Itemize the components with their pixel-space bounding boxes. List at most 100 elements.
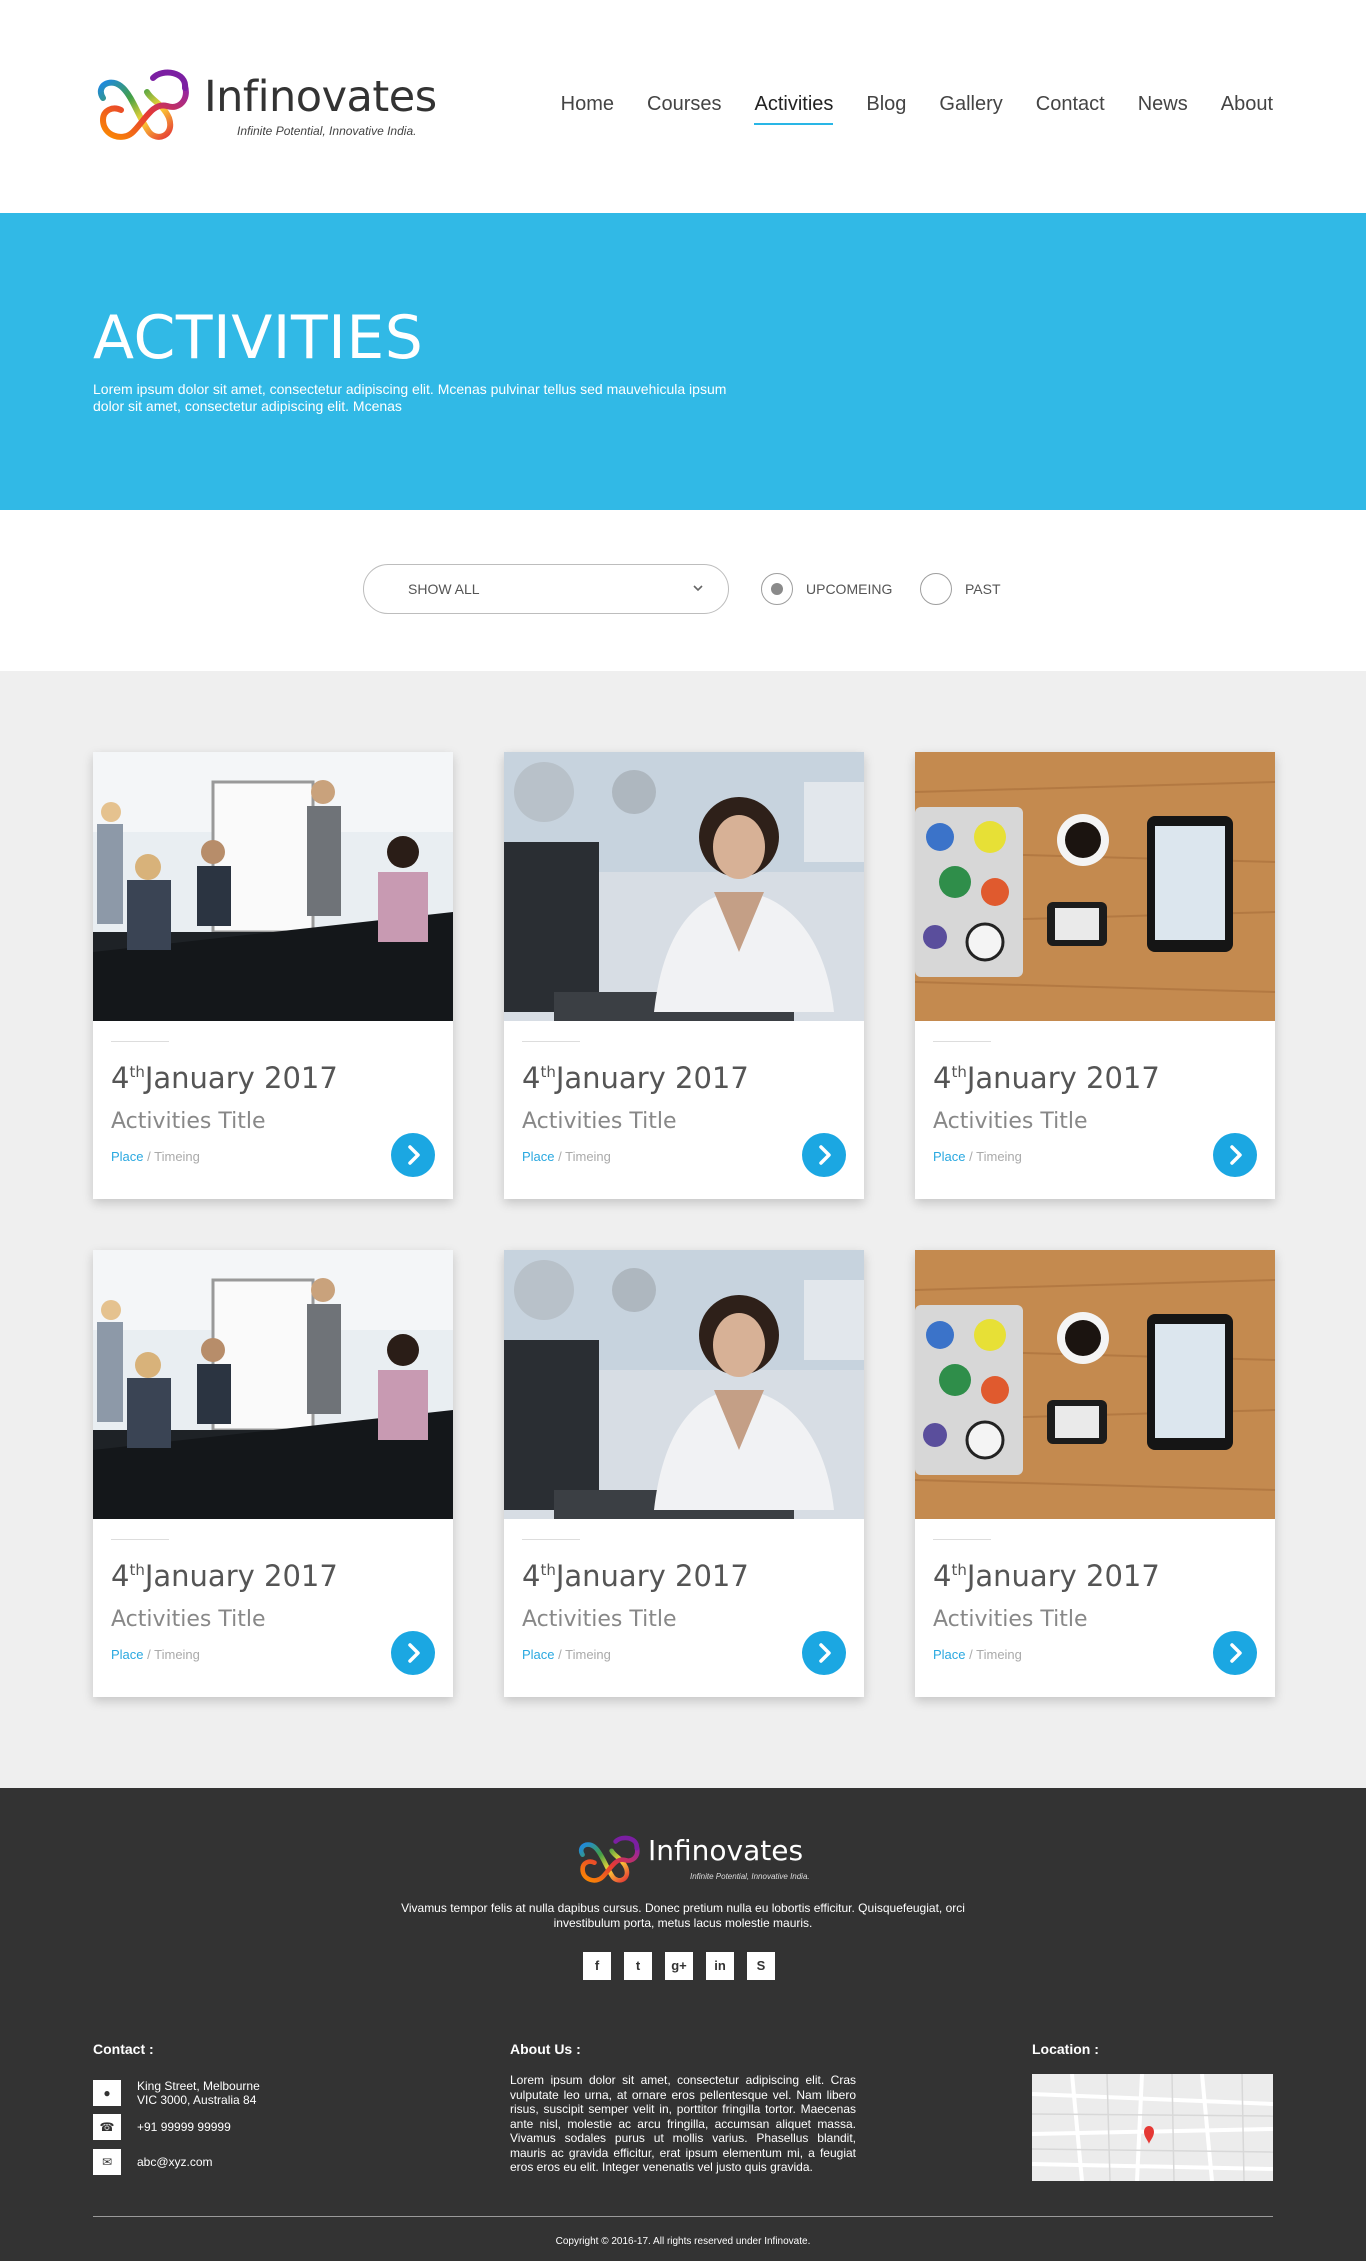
activity-card[interactable]: 4thJanuary 2017 Activities Title Place /…: [93, 752, 453, 1199]
footer-brand-name: Infinovates: [648, 1834, 804, 1867]
activity-title: Activities Title: [933, 1607, 1088, 1632]
about-text: Lorem ipsum dolor sit amet, consectetur …: [510, 2073, 856, 2174]
copyright: Copyright © 2016-17. All rights reserved…: [555, 2236, 811, 2247]
activity-meta: Place / Timeing: [111, 1149, 200, 1164]
logo-mark-icon: [579, 1835, 640, 1883]
businesswoman-photo: [504, 752, 864, 1021]
activity-meta: Place / Timeing: [933, 1149, 1022, 1164]
nav-gallery[interactable]: Gallery: [939, 93, 1002, 120]
email-address[interactable]: abc@xyz.com: [137, 2155, 213, 2169]
view-activity-button[interactable]: [1213, 1133, 1257, 1177]
brand-name: Infinovates: [204, 72, 437, 122]
activity-title: Activities Title: [522, 1109, 677, 1134]
footer-logo[interactable]: Infinovates Infinite Potential, Innovati…: [576, 1832, 810, 1888]
activity-meta: Place / Timeing: [522, 1149, 611, 1164]
activity-title: Activities Title: [111, 1607, 266, 1632]
map-image: [1032, 2074, 1273, 2181]
activity-date: 4thJanuary 2017: [933, 1061, 1160, 1095]
chevron-right-icon: [819, 1145, 831, 1165]
address-line2: VIC 3000, Australia 84: [137, 2093, 257, 2107]
activity-meta: Place / Timeing: [111, 1647, 200, 1662]
contact-address: ● King Street, Melbourne VIC 3000, Austra…: [93, 2079, 260, 2107]
location-map[interactable]: [1032, 2074, 1273, 2181]
skype-icon[interactable]: S: [747, 1952, 775, 1980]
footer-brand-tagline: Infinite Potential, Innovative India.: [690, 1872, 810, 1881]
activity-timing: Timeing: [565, 1647, 611, 1662]
radio-past-circle[interactable]: [920, 573, 952, 605]
nav-activities[interactable]: Activities: [754, 93, 833, 125]
desk-devices-photo: [915, 752, 1275, 1021]
brand-logo[interactable]: Infinovates Infinite Potential, Innovati…: [93, 66, 437, 146]
location-pin-icon: ●: [93, 2080, 121, 2106]
card-divider: [933, 1539, 991, 1540]
location-heading: Location :: [1032, 2041, 1099, 2057]
activity-title: Activities Title: [111, 1109, 266, 1134]
footer-divider: [93, 2216, 1273, 2217]
nav-blog[interactable]: Blog: [866, 93, 906, 120]
view-activity-button[interactable]: [391, 1631, 435, 1675]
activity-timing: Timeing: [565, 1149, 611, 1164]
activity-date: 4thJanuary 2017: [522, 1559, 749, 1593]
radio-upcoming-circle[interactable]: [761, 573, 793, 605]
chevron-right-icon: [408, 1145, 420, 1165]
nav-courses[interactable]: Courses: [647, 93, 721, 120]
activity-place[interactable]: Place: [933, 1647, 966, 1662]
meeting-photo: [93, 752, 453, 1021]
contact-heading: Contact :: [93, 2041, 154, 2057]
view-activity-button[interactable]: [802, 1133, 846, 1177]
activity-place[interactable]: Place: [111, 1647, 144, 1662]
radio-past[interactable]: PAST: [920, 572, 1001, 606]
activity-timing: Timeing: [976, 1647, 1022, 1662]
card-divider: [522, 1539, 580, 1540]
activity-timing: Timeing: [154, 1149, 200, 1164]
activity-timing: Timeing: [154, 1647, 200, 1662]
activity-card[interactable]: 4thJanuary 2017 Activities Title Place /…: [504, 752, 864, 1199]
linkedin-icon[interactable]: in: [706, 1952, 734, 1980]
facebook-icon[interactable]: f: [583, 1952, 611, 1980]
filter-bar: SHOW ALL UPCOMEING PAST: [0, 510, 1366, 671]
activity-place[interactable]: Place: [522, 1647, 555, 1662]
nav-home[interactable]: Home: [561, 93, 614, 120]
category-select[interactable]: SHOW ALL: [363, 564, 729, 614]
meeting-photo: [93, 1250, 453, 1519]
card-divider: [522, 1041, 580, 1042]
twitter-icon[interactable]: t: [624, 1952, 652, 1980]
view-activity-button[interactable]: [1213, 1631, 1257, 1675]
mail-icon: ✉: [93, 2149, 121, 2175]
address-line1: King Street, Melbourne: [137, 2079, 260, 2093]
activity-date: 4thJanuary 2017: [111, 1061, 338, 1095]
radio-upcoming[interactable]: UPCOMEING: [761, 572, 892, 606]
activity-meta: Place / Timeing: [933, 1647, 1022, 1662]
site-footer: Infinovates Infinite Potential, Innovati…: [0, 1788, 1366, 2261]
activity-date: 4thJanuary 2017: [111, 1559, 338, 1593]
hero-description: Lorem ipsum dolor sit amet, consectetur …: [93, 381, 727, 414]
activity-card[interactable]: 4thJanuary 2017 Activities Title Place /…: [915, 1250, 1275, 1697]
view-activity-button[interactable]: [391, 1133, 435, 1177]
activity-card[interactable]: 4thJanuary 2017 Activities Title Place /…: [915, 752, 1275, 1199]
card-divider: [111, 1041, 169, 1042]
nav-contact[interactable]: Contact: [1036, 93, 1105, 120]
activity-card[interactable]: 4thJanuary 2017 Activities Title Place /…: [504, 1250, 864, 1697]
phone-number[interactable]: +91 99999 99999: [137, 2120, 231, 2134]
chevron-right-icon: [819, 1643, 831, 1663]
activity-place[interactable]: Place: [522, 1149, 555, 1164]
google-plus-icon[interactable]: g+: [665, 1952, 693, 1980]
chevron-right-icon: [1230, 1145, 1242, 1165]
nav-about[interactable]: About: [1221, 93, 1273, 120]
hero-banner: ACTIVITIES Lorem ipsum dolor sit amet, c…: [0, 213, 1366, 510]
radio-past-label: PAST: [965, 581, 1001, 597]
activity-card[interactable]: 4thJanuary 2017 Activities Title Place /…: [93, 1250, 453, 1697]
nav-news[interactable]: News: [1138, 93, 1188, 120]
social-links: f t g+ in S: [583, 1952, 788, 1980]
contact-phone: ☎ +91 99999 99999: [93, 2114, 231, 2140]
view-activity-button[interactable]: [802, 1631, 846, 1675]
chevron-right-icon: [1230, 1643, 1242, 1663]
phone-icon: ☎: [93, 2114, 121, 2140]
brand-tagline: Infinite Potential, Innovative India.: [237, 124, 417, 138]
card-divider: [933, 1041, 991, 1042]
activity-place[interactable]: Place: [933, 1149, 966, 1164]
radio-upcoming-label: UPCOMEING: [806, 581, 893, 597]
activity-place[interactable]: Place: [111, 1149, 144, 1164]
contact-email: ✉ abc@xyz.com: [93, 2149, 213, 2175]
activity-date: 4thJanuary 2017: [522, 1061, 749, 1095]
